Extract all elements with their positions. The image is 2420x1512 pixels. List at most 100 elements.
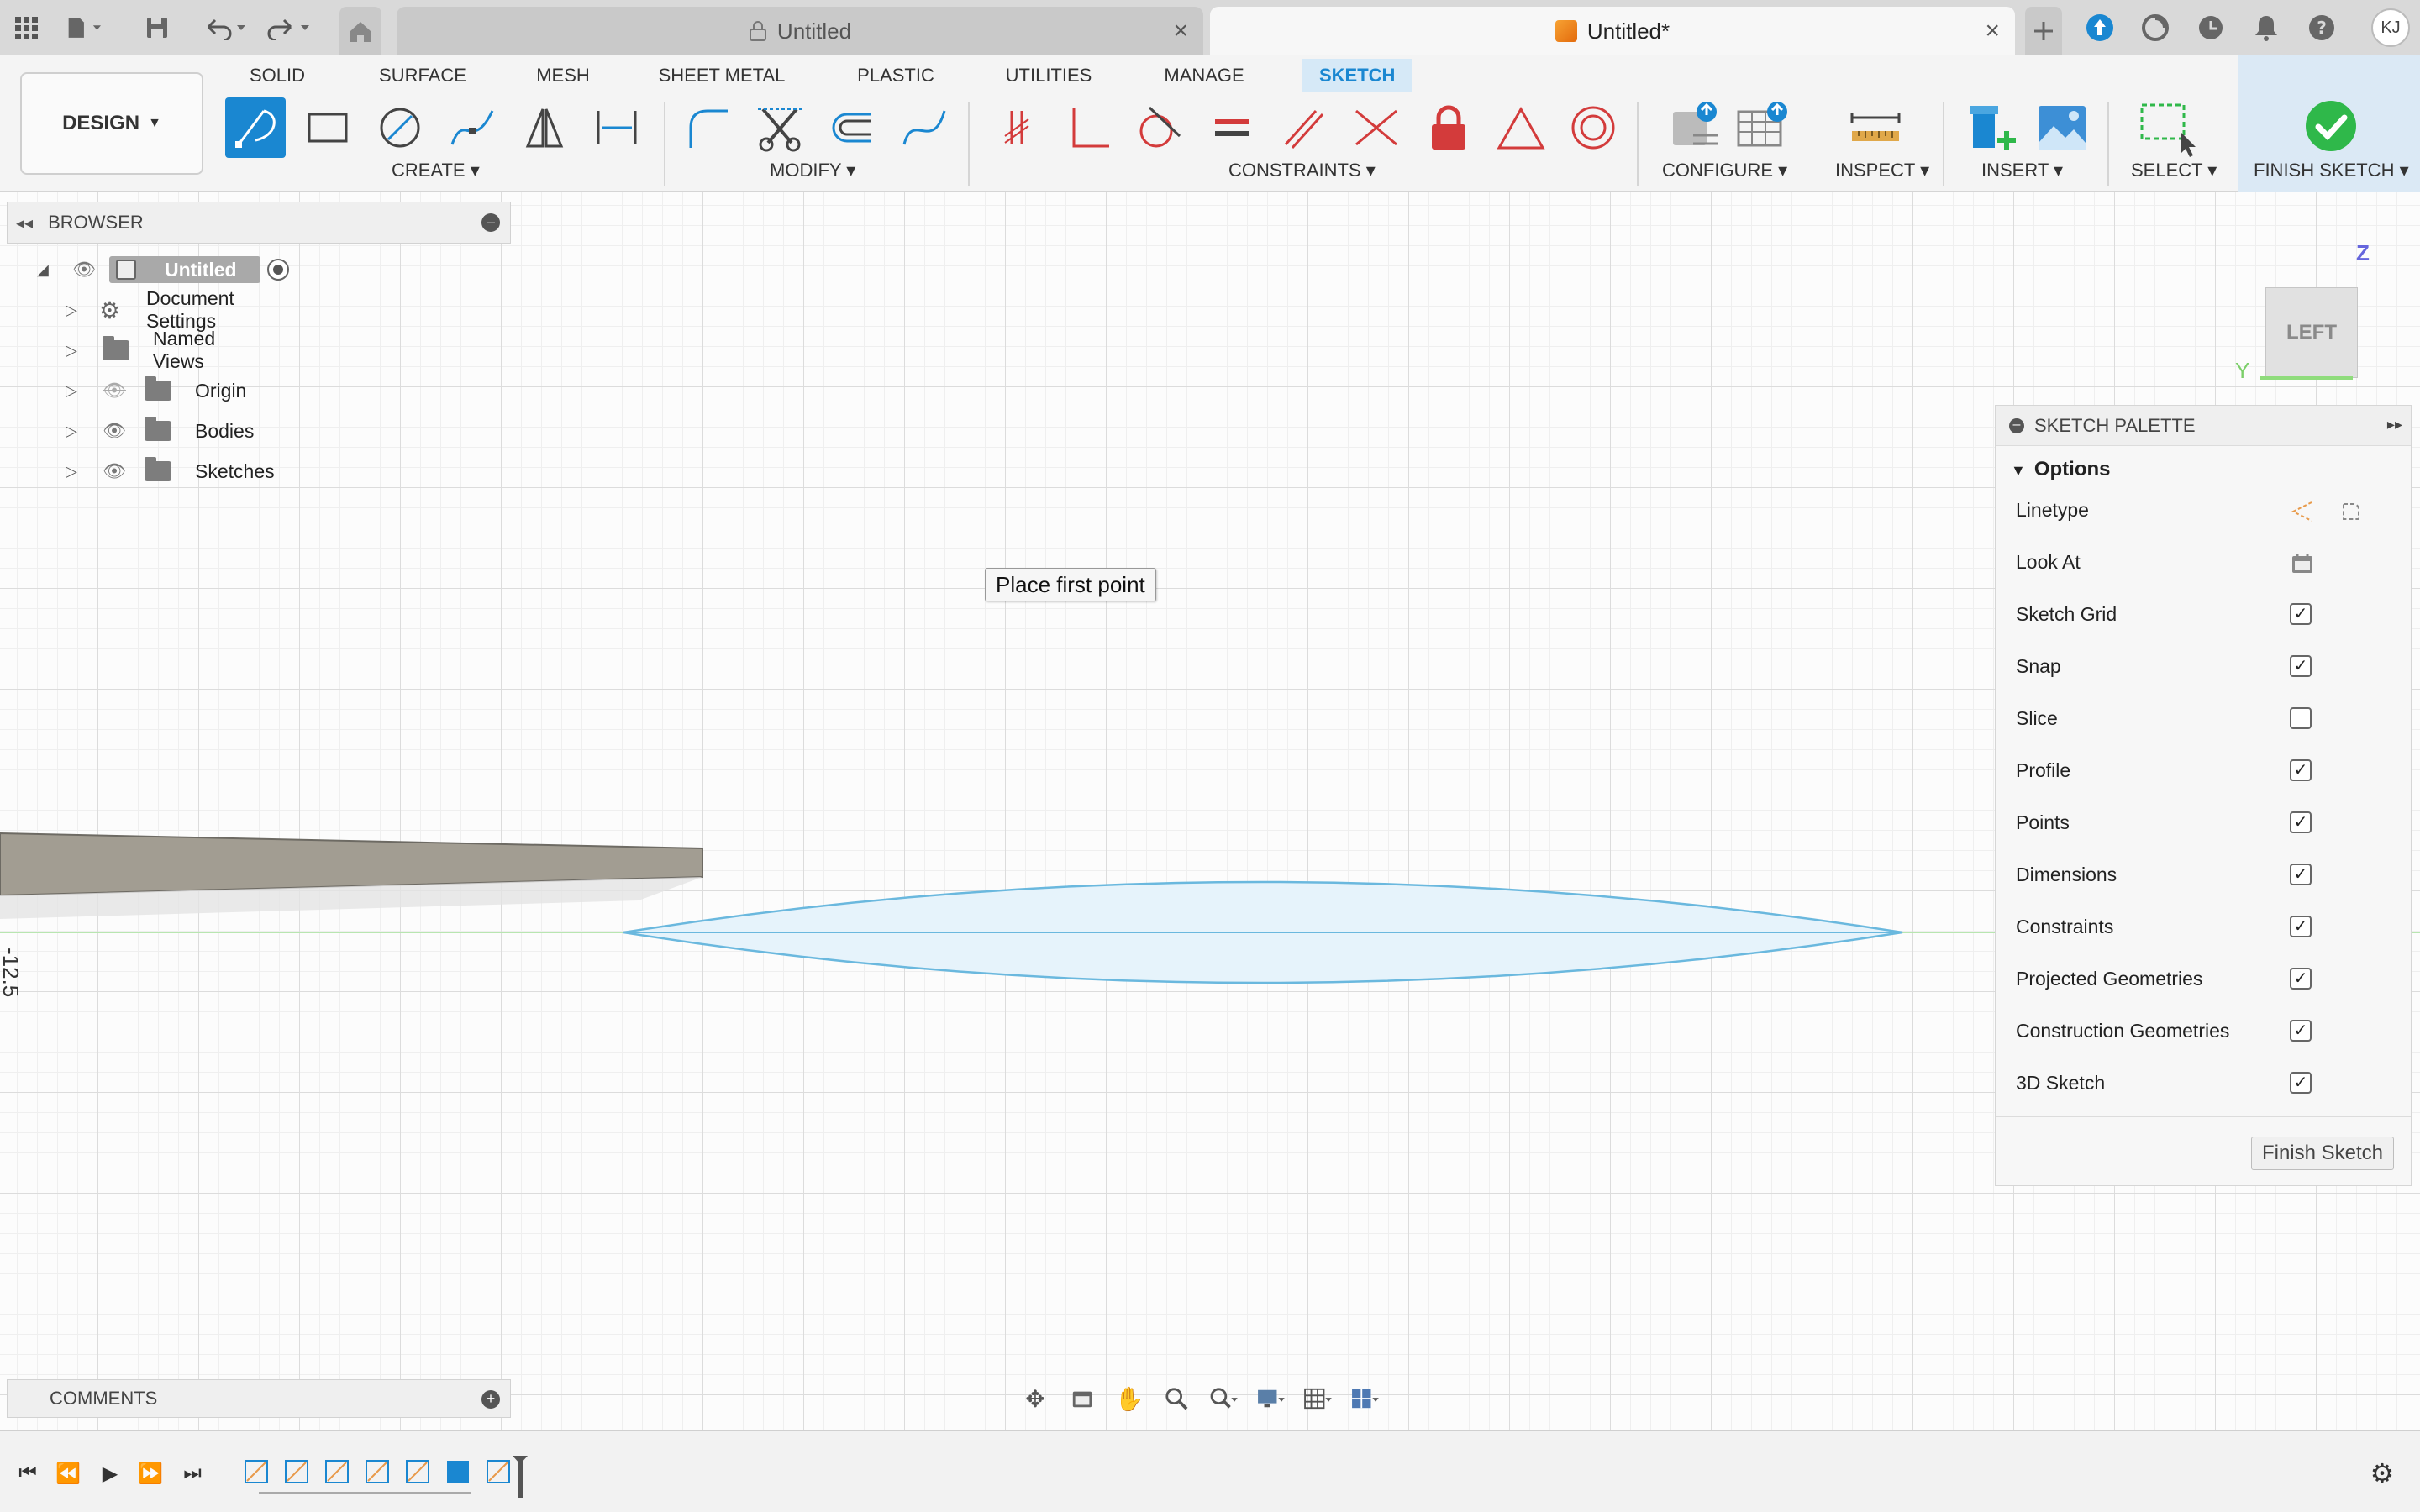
- tab-sketch[interactable]: SKETCH: [1302, 59, 1413, 92]
- points-checkbox[interactable]: ✓: [2290, 811, 2312, 833]
- user-avatar[interactable]: KJ: [2371, 8, 2410, 47]
- concentric-constraint-icon[interactable]: [1563, 97, 1623, 158]
- tab-utilities[interactable]: UTILITIES: [1005, 59, 1092, 92]
- pan-hand-icon[interactable]: ✋: [1111, 1382, 1148, 1415]
- add-comment-icon[interactable]: +: [481, 1390, 500, 1409]
- sketch-grid-checkbox[interactable]: ✓: [2290, 603, 2312, 625]
- palette-finish-sketch-button[interactable]: Finish Sketch: [2251, 1137, 2394, 1170]
- grid-settings-icon[interactable]: [1299, 1382, 1336, 1415]
- offset-tool-icon[interactable]: [822, 97, 882, 158]
- perpendicular-constraint-icon[interactable]: [1057, 97, 1118, 158]
- home-icon[interactable]: [339, 7, 381, 55]
- expand-right-icon[interactable]: ▸▸: [2387, 416, 2402, 433]
- undo-icon[interactable]: [198, 10, 252, 45]
- collapsed-triangle-icon[interactable]: ▷: [66, 463, 82, 480]
- browser-panel-header[interactable]: ◂◂ BROWSER –: [7, 202, 511, 244]
- orbit-icon[interactable]: ✥: [1017, 1382, 1054, 1415]
- comments-panel-header[interactable]: COMMENTS +: [7, 1379, 511, 1418]
- collapsed-triangle-icon[interactable]: ▷: [66, 302, 82, 319]
- rectangle-tool-icon[interactable]: [297, 97, 358, 158]
- construction-linetype-icon[interactable]: [2290, 499, 2312, 522]
- extensions-icon[interactable]: [2082, 10, 2118, 45]
- tab-manage[interactable]: MANAGE: [1161, 59, 1247, 92]
- play-icon[interactable]: ▶: [97, 1461, 123, 1486]
- sketch-palette-header[interactable]: – SKETCH PALETTE ▸▸: [1996, 406, 2411, 446]
- expanded-triangle-icon[interactable]: ◢: [37, 261, 54, 279]
- insert-derive-icon[interactable]: [1961, 97, 2022, 158]
- go-to-end-icon[interactable]: ⏭: [180, 1461, 205, 1486]
- circle-tool-icon[interactable]: [370, 97, 430, 158]
- display-settings-icon[interactable]: [1252, 1382, 1289, 1415]
- eye-hidden-icon[interactable]: 👁: [103, 380, 126, 402]
- tab-surface[interactable]: SURFACE: [378, 59, 467, 92]
- activate-radio-icon[interactable]: [267, 259, 289, 281]
- measure-ruler-icon[interactable]: [1845, 97, 1906, 158]
- timeline-settings-gear-icon[interactable]: ⚙: [2370, 1458, 2395, 1488]
- 3d-sketch-checkbox[interactable]: ✓: [2290, 1072, 2312, 1094]
- redo-icon[interactable]: [262, 10, 316, 45]
- close-icon[interactable]: ×: [1985, 17, 2000, 45]
- eye-icon[interactable]: 👁: [72, 259, 96, 281]
- spline-tool-icon[interactable]: [442, 97, 502, 158]
- help-icon[interactable]: ?: [2304, 10, 2339, 45]
- eye-icon[interactable]: 👁: [103, 420, 126, 442]
- insert-menu[interactable]: INSERT ▾: [1981, 160, 2063, 181]
- coincident-constraint-icon[interactable]: [986, 97, 1047, 158]
- step-forward-icon[interactable]: ⏩: [138, 1461, 163, 1486]
- parallel-constraint-icon[interactable]: [1274, 97, 1334, 158]
- tab-untitled-locked[interactable]: Untitled ×: [397, 7, 1203, 55]
- close-icon[interactable]: ×: [1173, 17, 1188, 45]
- zoom-window-icon[interactable]: [1205, 1382, 1242, 1415]
- centerline-linetype-icon[interactable]: [2338, 499, 2360, 521]
- viewports-icon[interactable]: [1346, 1382, 1383, 1415]
- tangent-constraint-icon[interactable]: [1128, 97, 1188, 158]
- equal-constraint-icon[interactable]: [1202, 97, 1262, 158]
- file-menu-icon[interactable]: [66, 10, 101, 45]
- look-at-icon[interactable]: [1064, 1382, 1101, 1415]
- eye-icon[interactable]: 👁: [103, 460, 126, 482]
- collapsed-triangle-icon[interactable]: ▷: [66, 382, 82, 400]
- collapsed-triangle-icon[interactable]: ▷: [66, 423, 82, 440]
- tab-mesh[interactable]: MESH: [533, 59, 593, 92]
- app-grid-icon[interactable]: [8, 10, 44, 45]
- fix-lock-constraint-icon[interactable]: [1418, 97, 1479, 158]
- workspace-switcher-button[interactable]: DESIGN ▼: [20, 72, 203, 175]
- insert-image-icon[interactable]: [2032, 97, 2092, 158]
- save-icon[interactable]: [139, 10, 175, 45]
- tab-untitled-active[interactable]: Untitled* ×: [1210, 7, 2015, 55]
- configure-parameters-icon[interactable]: [1667, 97, 1728, 158]
- create-menu[interactable]: CREATE ▾: [392, 160, 480, 181]
- slice-checkbox[interactable]: [2290, 707, 2312, 729]
- finish-sketch-button[interactable]: FINISH SKETCH ▾: [2238, 55, 2420, 192]
- snap-checkbox[interactable]: ✓: [2290, 655, 2312, 677]
- collapse-left-icon[interactable]: ◂◂: [16, 213, 33, 234]
- configure-table-icon[interactable]: [1733, 97, 1793, 158]
- go-to-start-icon[interactable]: ⏮: [15, 1461, 40, 1486]
- view-cube[interactable]: LEFT Z Y: [2235, 217, 2370, 383]
- collapsed-triangle-icon[interactable]: ▷: [66, 342, 82, 360]
- constraints-checkbox[interactable]: ✓: [2290, 916, 2312, 937]
- select-menu[interactable]: SELECT ▾: [2131, 160, 2217, 181]
- new-tab-icon[interactable]: [2025, 7, 2062, 55]
- history-clock-icon[interactable]: [2193, 10, 2228, 45]
- tab-plastic[interactable]: PLASTIC: [855, 59, 936, 92]
- mirror-tool-icon[interactable]: [514, 97, 575, 158]
- minimize-icon[interactable]: –: [2009, 417, 2024, 433]
- collinear-constraint-icon[interactable]: [1346, 97, 1407, 158]
- notifications-bell-icon[interactable]: [2249, 10, 2284, 45]
- minimize-icon[interactable]: –: [481, 213, 500, 232]
- configure-menu[interactable]: CONFIGURE ▾: [1662, 160, 1787, 181]
- line-tool-icon[interactable]: [225, 97, 286, 158]
- job-status-icon[interactable]: [2138, 10, 2173, 45]
- constraints-menu[interactable]: CONSTRAINTS ▾: [1228, 160, 1376, 181]
- fillet-tool-icon[interactable]: [677, 97, 738, 158]
- construction-geometries-checkbox[interactable]: ✓: [2290, 1020, 2312, 1042]
- projected-geometries-checkbox[interactable]: ✓: [2290, 968, 2312, 990]
- view-cube-face[interactable]: LEFT: [2265, 287, 2358, 378]
- dimension-tool-icon[interactable]: [587, 97, 647, 158]
- trim-scissors-icon[interactable]: [750, 97, 810, 158]
- dimensions-checkbox[interactable]: ✓: [2290, 864, 2312, 885]
- inspect-menu[interactable]: INSPECT ▾: [1835, 160, 1929, 181]
- modify-menu[interactable]: MODIFY ▾: [770, 160, 855, 181]
- symmetry-triangle-constraint-icon[interactable]: [1491, 97, 1551, 158]
